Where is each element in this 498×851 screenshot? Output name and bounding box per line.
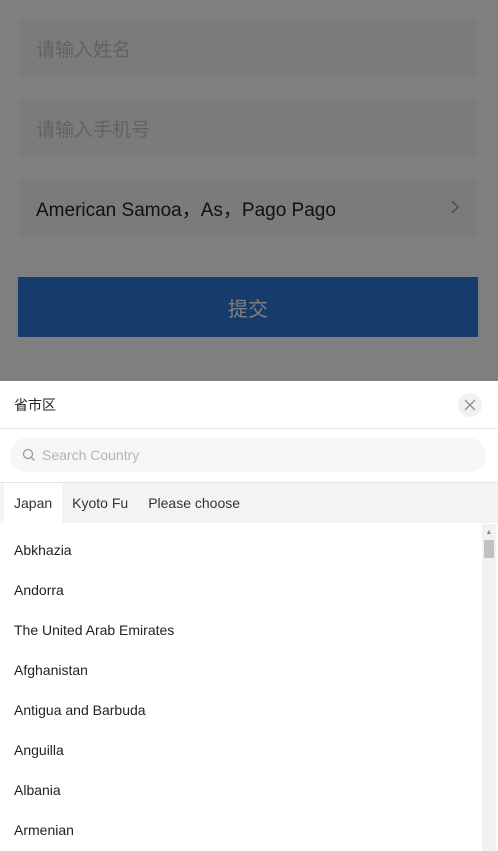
- tab-country[interactable]: Japan: [4, 483, 63, 523]
- tab-province[interactable]: Kyoto Fu: [62, 483, 138, 523]
- search-input[interactable]: [42, 447, 442, 463]
- search-icon: [22, 448, 35, 461]
- scroll-thumb[interactable]: [484, 540, 494, 558]
- region-picker-sheet: 省市区 Japan Kyoto Fu Please choose Abkhazi…: [0, 381, 498, 851]
- tab-city[interactable]: Please choose: [138, 483, 250, 523]
- list-item[interactable]: Andorra: [0, 570, 480, 610]
- list-item[interactable]: Afghanistan: [0, 650, 480, 690]
- region-tabs: Japan Kyoto Fu Please choose: [0, 483, 498, 523]
- list-item[interactable]: The United Arab Emirates: [0, 610, 480, 650]
- scrollbar[interactable]: ▲: [482, 524, 496, 851]
- country-list: Abkhazia Andorra The United Arab Emirate…: [0, 530, 480, 850]
- scroll-up-icon[interactable]: ▲: [482, 526, 496, 538]
- sheet-header: 省市区: [0, 381, 498, 429]
- close-icon[interactable]: [458, 392, 482, 417]
- list-item[interactable]: Antigua and Barbuda: [0, 690, 480, 730]
- search-bar: [0, 429, 498, 483]
- search-box[interactable]: [10, 438, 486, 472]
- country-list-area: Abkhazia Andorra The United Arab Emirate…: [0, 524, 498, 851]
- list-item[interactable]: Albania: [0, 770, 480, 810]
- list-item[interactable]: Anguilla: [0, 730, 480, 770]
- list-item[interactable]: Abkhazia: [0, 530, 480, 570]
- sheet-title: 省市区: [14, 396, 56, 413]
- list-item[interactable]: Armenian: [0, 810, 480, 850]
